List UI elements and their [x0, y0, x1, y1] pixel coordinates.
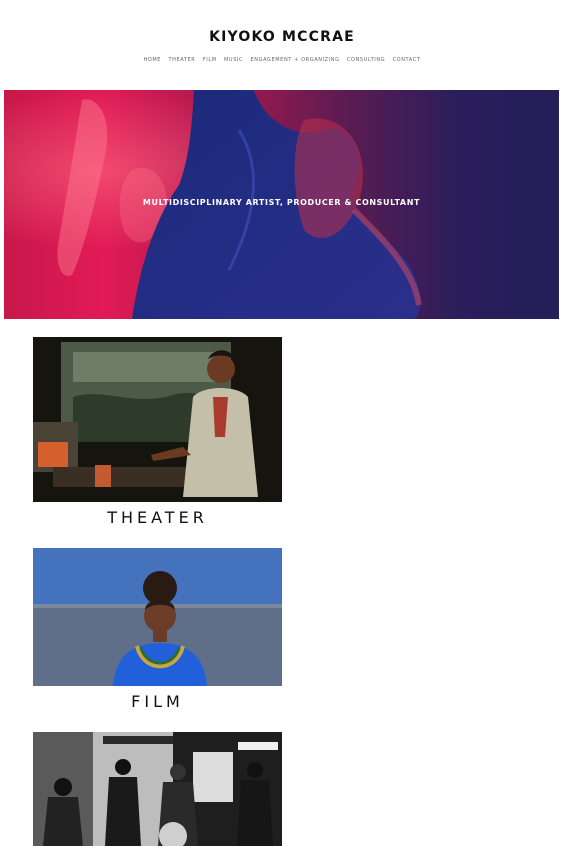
nav-item-theater[interactable]: THEATER: [168, 57, 195, 63]
site-title[interactable]: KIYOKO MCCRAE: [0, 29, 564, 45]
hero-tagline: MULTIDISCIPLINARY ARTIST, PRODUCER & CON…: [142, 198, 421, 207]
nav-item-engagement-organizing[interactable]: ENGAGEMENT + ORGANIZING: [251, 57, 340, 63]
film-image: [33, 548, 282, 686]
music-tile[interactable]: [33, 732, 282, 846]
nav-item-home[interactable]: HOME: [144, 57, 162, 63]
theater-tile[interactable]: THEATER: [33, 337, 282, 527]
theater-label: THEATER: [107, 508, 208, 527]
nav-item-consulting[interactable]: CONSULTING: [347, 57, 385, 63]
main-nav: HOME THEATER FILM MUSIC ENGAGEMENT + ORG…: [0, 57, 564, 63]
nav-item-contact[interactable]: CONTACT: [393, 57, 421, 63]
nav-item-film[interactable]: FILM: [203, 57, 217, 63]
film-label: FILM: [131, 692, 184, 711]
theater-image: [33, 337, 282, 502]
film-tile[interactable]: FILM: [33, 548, 282, 713]
hero-banner: MULTIDISCIPLINARY ARTIST, PRODUCER & CON…: [4, 90, 559, 319]
music-image: [33, 732, 282, 846]
nav-item-music[interactable]: MUSIC: [224, 57, 243, 63]
